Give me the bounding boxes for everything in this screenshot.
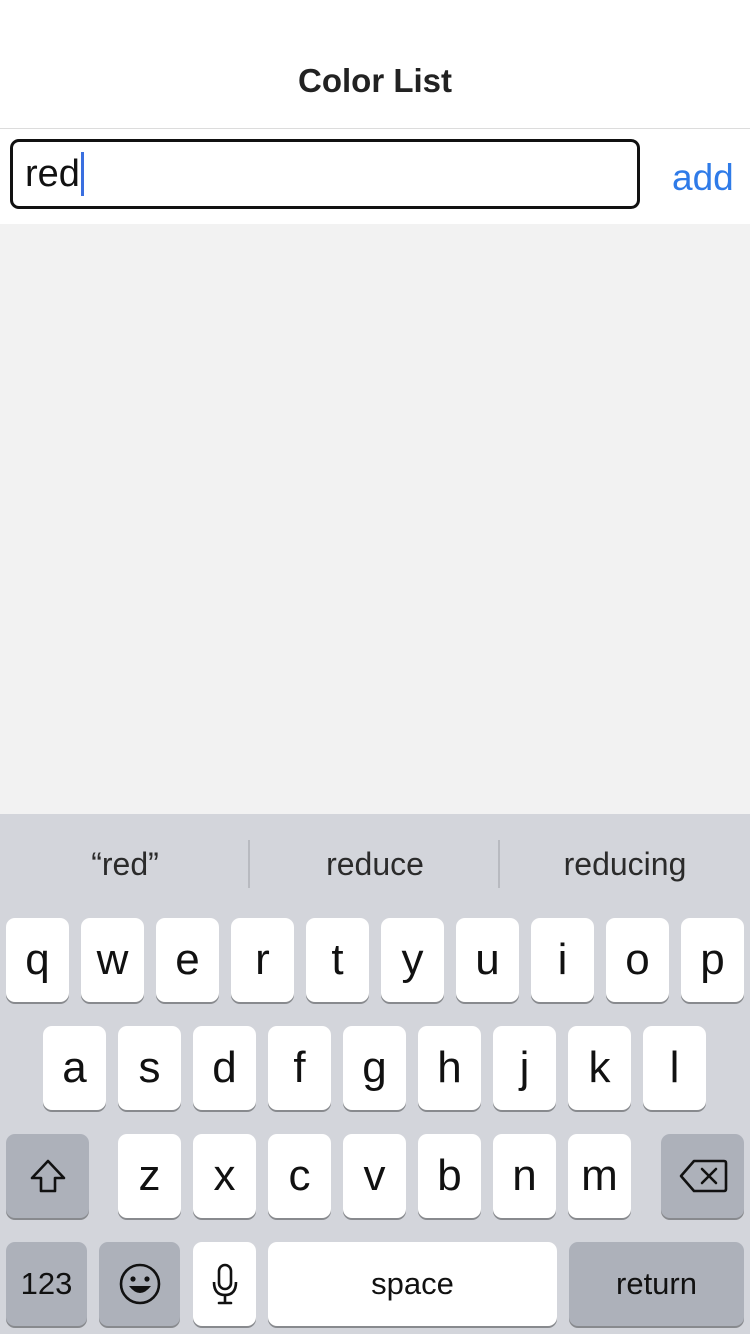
navigation-bar: Color List (0, 0, 750, 129)
emoji-key[interactable] (99, 1242, 180, 1326)
key-a[interactable]: a (43, 1026, 106, 1110)
suggestion-bar: “red” reduce reducing (0, 814, 750, 914)
key-l[interactable]: l (643, 1026, 706, 1110)
add-button[interactable]: add (672, 157, 734, 199)
key-b[interactable]: b (418, 1134, 481, 1218)
space-key[interactable]: space (268, 1242, 557, 1326)
color-input[interactable]: red (10, 139, 640, 209)
return-key[interactable]: return (569, 1242, 744, 1326)
suggestion-1[interactable]: “red” (0, 840, 250, 888)
key-o[interactable]: o (606, 918, 669, 1002)
key-p[interactable]: p (681, 918, 744, 1002)
key-g[interactable]: g (343, 1026, 406, 1110)
key-f[interactable]: f (268, 1026, 331, 1110)
key-z[interactable]: z (118, 1134, 181, 1218)
text-caret (80, 152, 84, 196)
shift-key[interactable] (6, 1134, 89, 1218)
key-y[interactable]: y (381, 918, 444, 1002)
color-list (0, 224, 750, 814)
key-v[interactable]: v (343, 1134, 406, 1218)
key-n[interactable]: n (493, 1134, 556, 1218)
key-e[interactable]: e (156, 918, 219, 1002)
key-i[interactable]: i (531, 918, 594, 1002)
key-m[interactable]: m (568, 1134, 631, 1218)
microphone-icon (210, 1262, 240, 1306)
shift-icon (28, 1156, 68, 1196)
suggestion-2[interactable]: reduce (250, 840, 500, 888)
suggestion-3[interactable]: reducing (500, 840, 750, 888)
dictation-key[interactable] (193, 1242, 256, 1326)
backspace-icon (678, 1158, 728, 1194)
page-title: Color List (298, 62, 452, 99)
keyboard: “red” reduce reducing q w e r t y u i o … (0, 814, 750, 1334)
key-r[interactable]: r (231, 918, 294, 1002)
key-j[interactable]: j (493, 1026, 556, 1110)
key-h[interactable]: h (418, 1026, 481, 1110)
emoji-icon (118, 1262, 162, 1306)
color-input-value: red (25, 152, 80, 195)
key-x[interactable]: x (193, 1134, 256, 1218)
key-t[interactable]: t (306, 918, 369, 1002)
key-s[interactable]: s (118, 1026, 181, 1110)
input-row: red add (0, 129, 750, 224)
key-u[interactable]: u (456, 918, 519, 1002)
key-w[interactable]: w (81, 918, 144, 1002)
key-d[interactable]: d (193, 1026, 256, 1110)
key-c[interactable]: c (268, 1134, 331, 1218)
numbers-key[interactable]: 123 (6, 1242, 87, 1326)
key-q[interactable]: q (6, 918, 69, 1002)
delete-key[interactable] (661, 1134, 744, 1218)
key-k[interactable]: k (568, 1026, 631, 1110)
